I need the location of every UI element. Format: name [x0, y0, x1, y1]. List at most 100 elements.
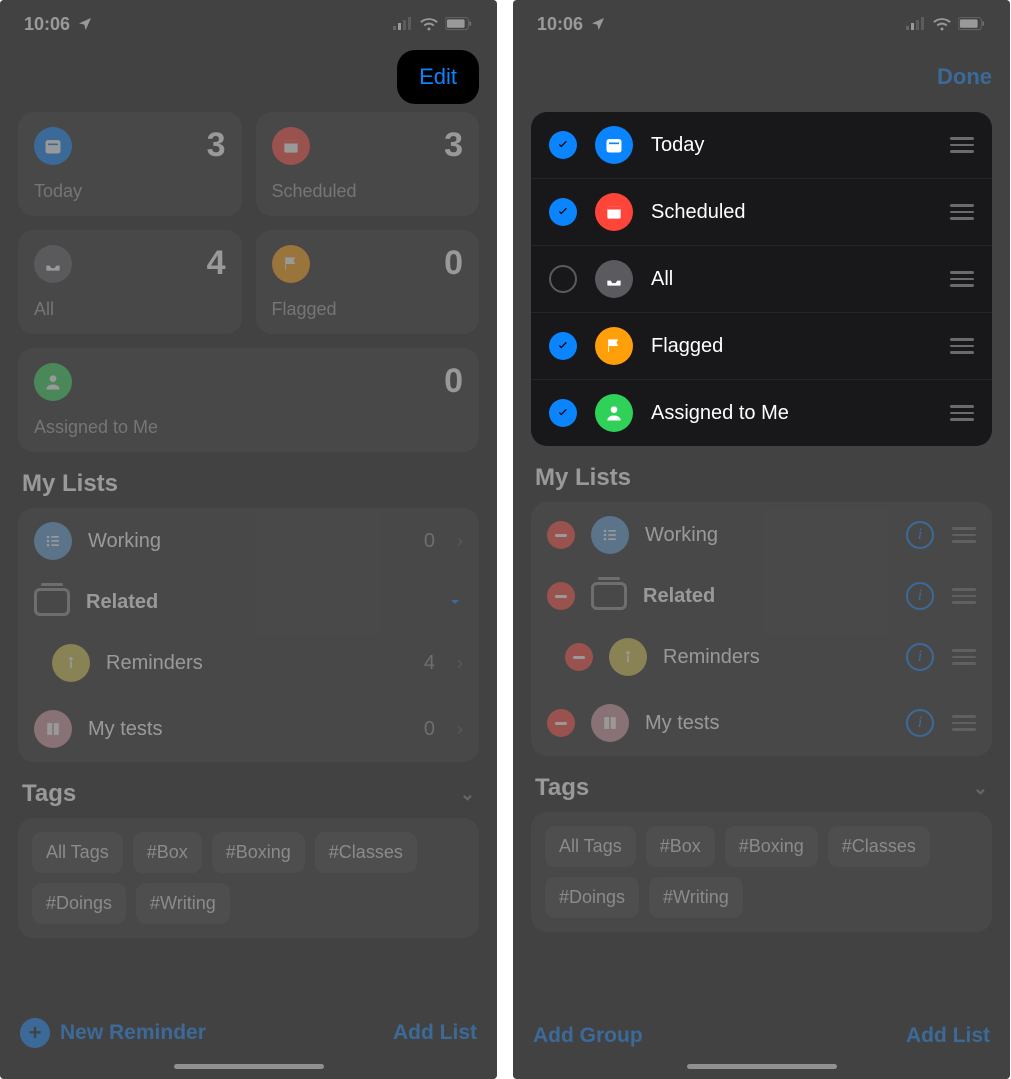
- tag-chip[interactable]: #Doings: [32, 883, 126, 924]
- tag-chip[interactable]: #Writing: [649, 877, 743, 918]
- status-time: 10:06: [24, 14, 93, 35]
- tag-chip[interactable]: All Tags: [545, 826, 636, 867]
- remove-icon[interactable]: [547, 709, 575, 737]
- list-reminders-count: 4: [424, 652, 435, 675]
- list-reminders[interactable]: Reminders 4 ›: [18, 630, 479, 696]
- drag-handle-icon[interactable]: [950, 405, 974, 421]
- smart-cards-grid: 3 Today 3 Scheduled 4: [18, 112, 479, 452]
- list-mytests-label: My tests: [88, 718, 408, 741]
- checkbox-on[interactable]: [549, 131, 577, 159]
- tag-chip[interactable]: All Tags: [32, 832, 123, 873]
- status-bar: 10:06: [513, 0, 1010, 48]
- tags-title[interactable]: Tags ⌄: [535, 774, 988, 802]
- chevron-right-icon: ›: [457, 719, 463, 740]
- flag-icon: [272, 245, 310, 283]
- folder-icon: [591, 582, 627, 610]
- drag-handle-icon[interactable]: [950, 204, 974, 220]
- card-assigned[interactable]: 0 Assigned to Me: [18, 348, 479, 452]
- mylists-title: My Lists: [22, 470, 475, 498]
- list-working[interactable]: Working 0 ›: [18, 508, 479, 574]
- card-scheduled[interactable]: 3 Scheduled: [256, 112, 480, 216]
- top-actions-left: Edit: [0, 48, 497, 106]
- edit-row-all[interactable]: All: [531, 245, 992, 312]
- editlist-mytests[interactable]: My tests i: [531, 690, 992, 756]
- editlist-reminders[interactable]: Reminders i: [531, 624, 992, 690]
- checkbox-on[interactable]: [549, 399, 577, 427]
- status-icons: [906, 17, 986, 31]
- home-indicator[interactable]: [174, 1064, 324, 1069]
- drag-handle-icon[interactable]: [950, 271, 974, 287]
- tag-chip[interactable]: #Writing: [136, 883, 230, 924]
- list-working-count: 0: [424, 530, 435, 553]
- mylists-title: My Lists: [535, 464, 988, 492]
- mylists-panel: Working 0 › Related Reminders 4 ›: [18, 508, 479, 762]
- edit-row-flagged[interactable]: Flagged: [531, 312, 992, 379]
- list-icon: [34, 522, 72, 560]
- calendar-icon: [272, 127, 310, 165]
- chevron-right-icon: ›: [457, 653, 463, 674]
- tag-chip[interactable]: #Boxing: [212, 832, 305, 873]
- drag-handle-icon[interactable]: [952, 588, 976, 604]
- add-group-button[interactable]: Add Group: [533, 1024, 643, 1048]
- remove-icon[interactable]: [547, 582, 575, 610]
- top-actions-right: Done: [513, 48, 1010, 106]
- person-icon: [34, 363, 72, 401]
- info-icon[interactable]: i: [906, 582, 934, 610]
- edit-row-label: Today: [651, 134, 932, 157]
- tag-chip[interactable]: #Doings: [545, 877, 639, 918]
- book-icon: [591, 704, 629, 742]
- card-flagged-label: Flagged: [272, 299, 464, 320]
- editlist-related[interactable]: Related i: [531, 568, 992, 624]
- location-icon: [77, 16, 93, 32]
- info-icon[interactable]: i: [906, 709, 934, 737]
- tags-title[interactable]: Tags ⌄: [22, 780, 475, 808]
- plus-icon: +: [20, 1018, 50, 1048]
- remove-icon[interactable]: [565, 643, 593, 671]
- drag-handle-icon[interactable]: [950, 137, 974, 153]
- card-all[interactable]: 4 All: [18, 230, 242, 334]
- done-button[interactable]: Done: [937, 64, 992, 90]
- drag-handle-icon[interactable]: [952, 527, 976, 543]
- card-today[interactable]: 3 Today: [18, 112, 242, 216]
- tag-chip[interactable]: #Classes: [315, 832, 417, 873]
- card-assigned-count: 0: [444, 362, 463, 401]
- tag-chip[interactable]: #Box: [133, 832, 202, 873]
- location-icon: [590, 16, 606, 32]
- info-icon[interactable]: i: [906, 521, 934, 549]
- drag-handle-icon[interactable]: [952, 649, 976, 665]
- info-icon[interactable]: i: [906, 643, 934, 671]
- tag-chip[interactable]: #Box: [646, 826, 715, 867]
- list-related[interactable]: Related: [18, 574, 479, 630]
- wifi-icon: [419, 17, 439, 31]
- smart-lists-edit-panel: Today Scheduled All Flagged: [531, 112, 992, 446]
- status-icons: [393, 17, 473, 31]
- drag-handle-icon[interactable]: [952, 715, 976, 731]
- editlist-working[interactable]: Working i: [531, 502, 992, 568]
- edit-row-scheduled[interactable]: Scheduled: [531, 178, 992, 245]
- card-all-label: All: [34, 299, 226, 320]
- add-list-button[interactable]: Add List: [906, 1024, 990, 1048]
- list-mytests[interactable]: My tests 0 ›: [18, 696, 479, 762]
- checkbox-on[interactable]: [549, 332, 577, 360]
- card-flagged[interactable]: 0 Flagged: [256, 230, 480, 334]
- tag-chip[interactable]: #Boxing: [725, 826, 818, 867]
- home-indicator[interactable]: [687, 1064, 837, 1069]
- checkbox-off[interactable]: [549, 265, 577, 293]
- tag-chip[interactable]: #Classes: [828, 826, 930, 867]
- remove-icon[interactable]: [547, 521, 575, 549]
- edit-row-today[interactable]: Today: [531, 112, 992, 178]
- calendar-today-icon: [595, 126, 633, 164]
- editlist-label: Working: [645, 524, 890, 547]
- cellular-icon: [393, 17, 413, 31]
- new-reminder-button[interactable]: + New Reminder: [20, 1018, 206, 1048]
- checkbox-on[interactable]: [549, 198, 577, 226]
- edit-row-assigned[interactable]: Assigned to Me: [531, 379, 992, 446]
- edit-row-label: Flagged: [651, 335, 932, 358]
- list-related-label: Related: [86, 591, 431, 614]
- drag-handle-icon[interactable]: [950, 338, 974, 354]
- card-assigned-label: Assigned to Me: [34, 417, 463, 438]
- add-list-button[interactable]: Add List: [393, 1021, 477, 1045]
- edit-button[interactable]: Edit: [397, 50, 479, 104]
- edit-row-label: Assigned to Me: [651, 402, 932, 425]
- battery-icon: [958, 17, 986, 31]
